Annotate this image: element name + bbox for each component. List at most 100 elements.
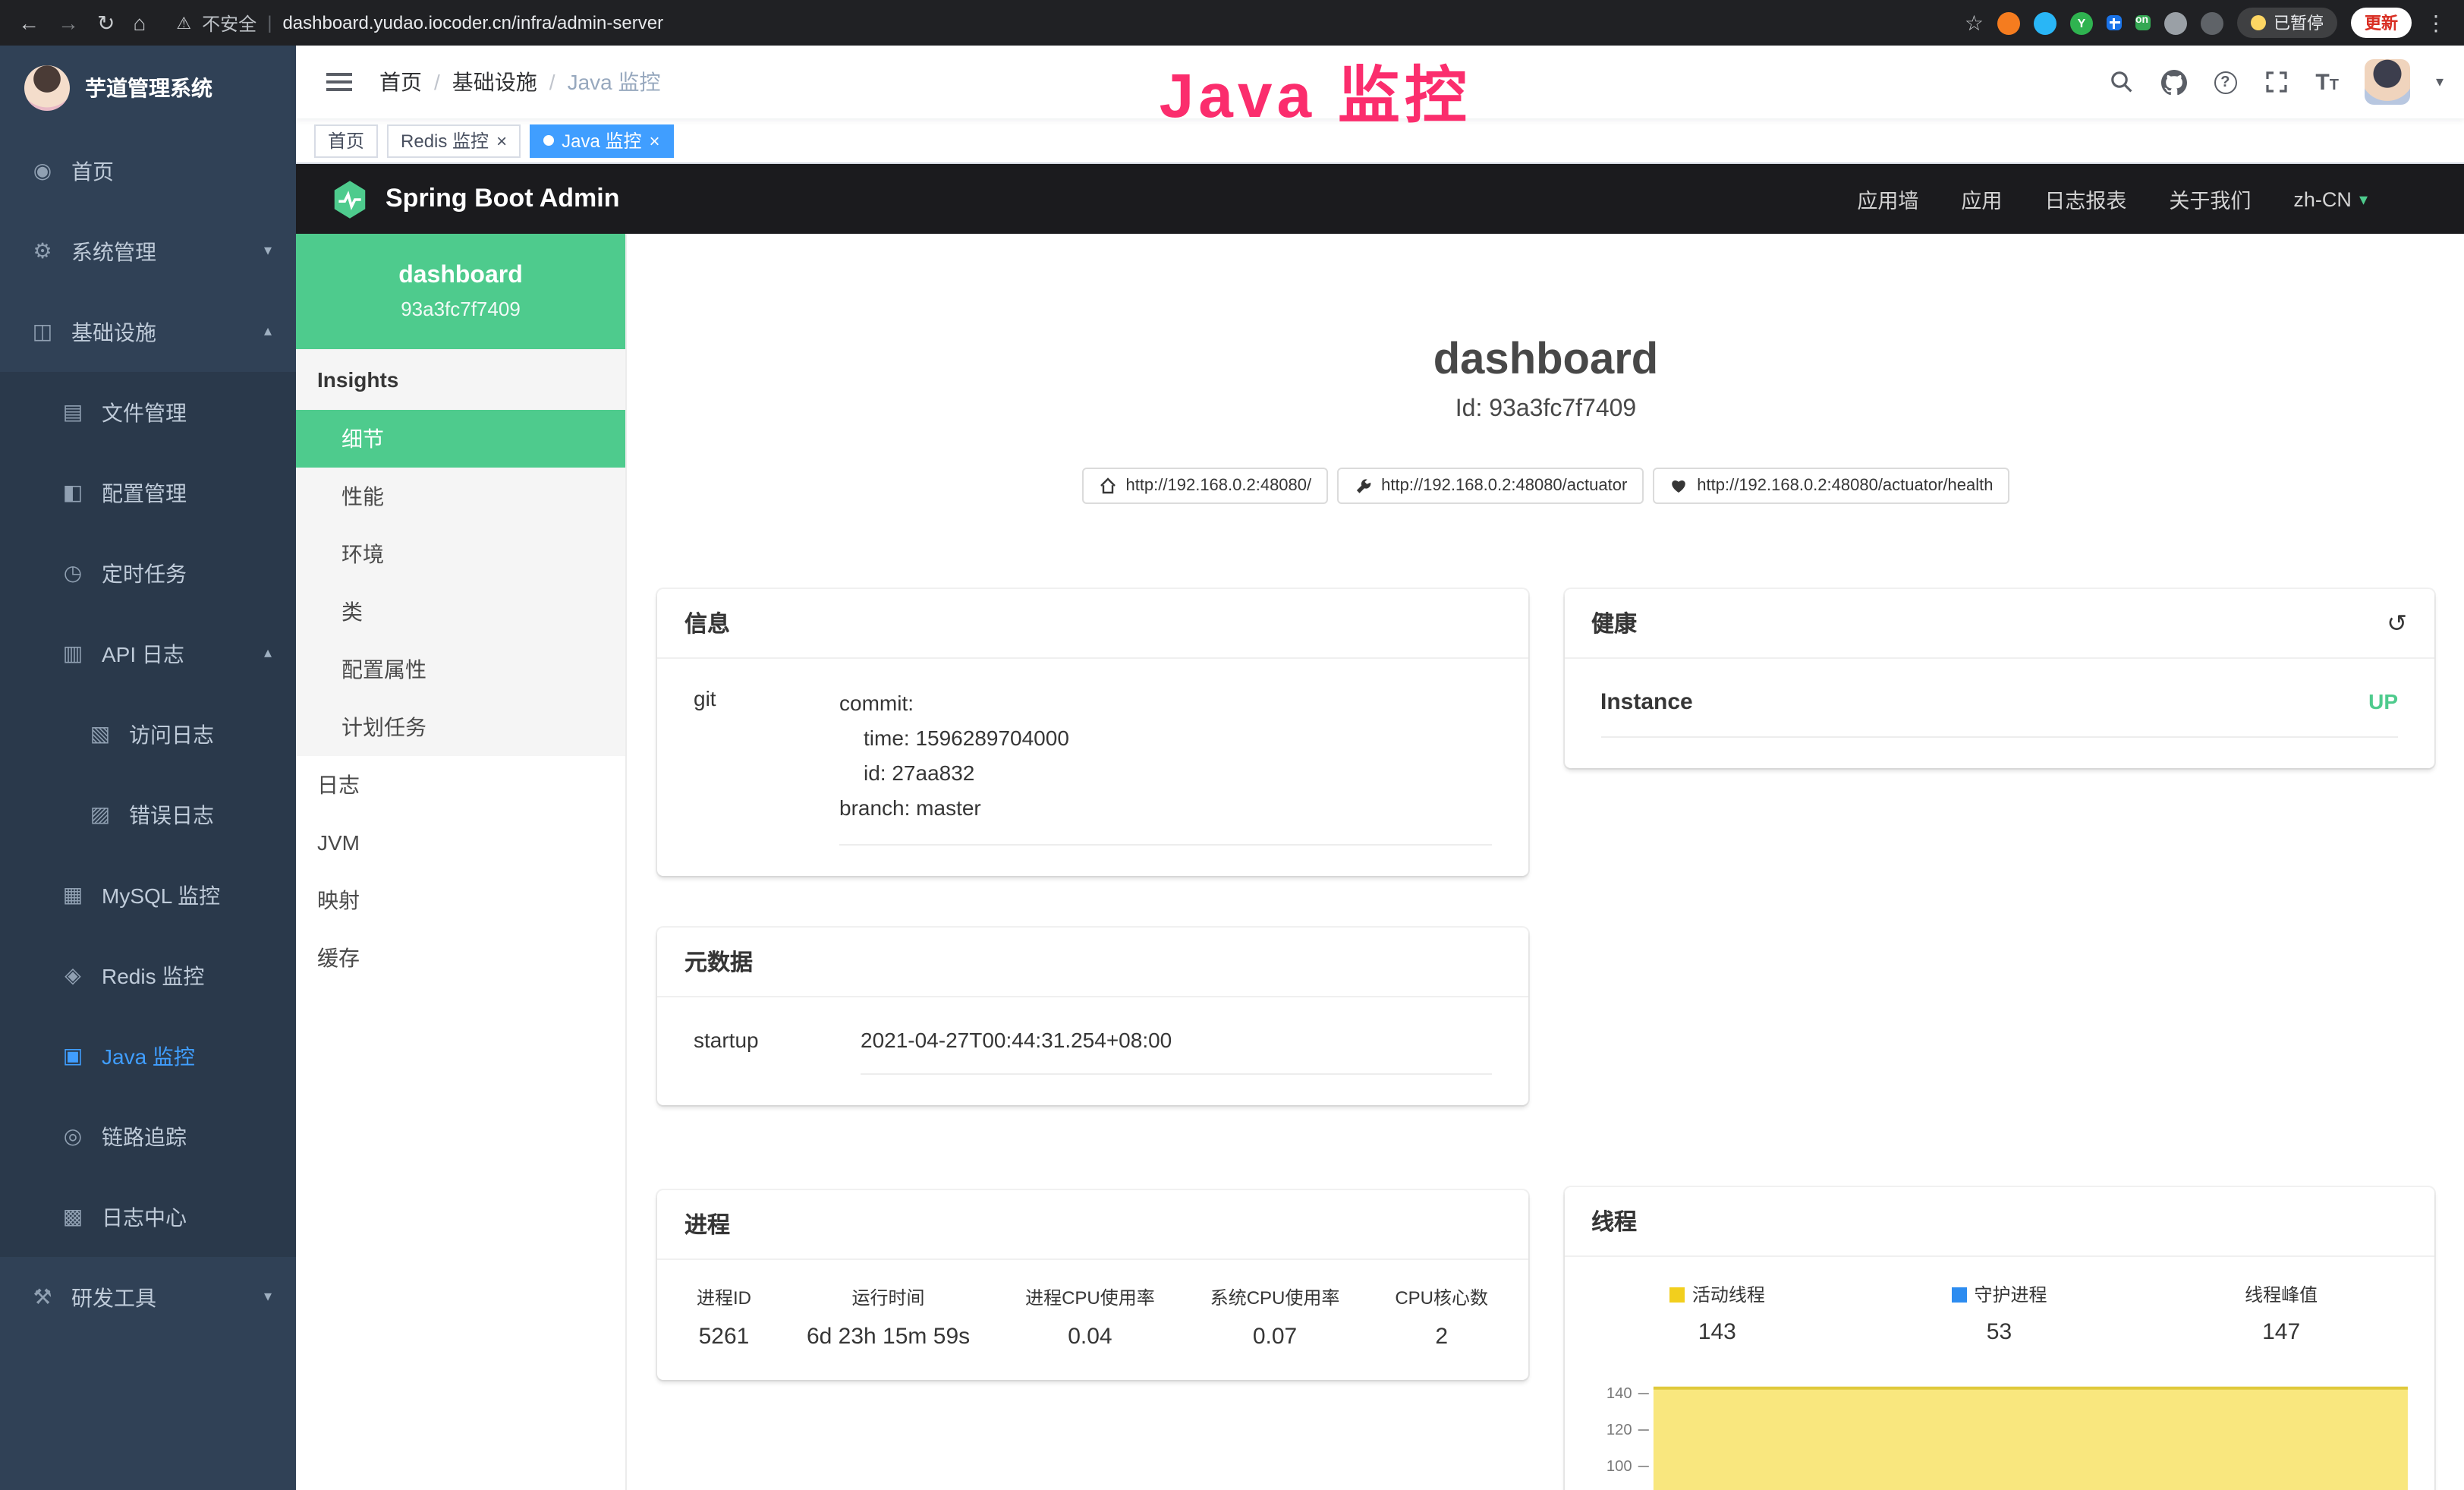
- sidebar-item-home[interactable]: ◉ 首页: [0, 131, 296, 211]
- sidebar-item-redis-monitor[interactable]: ◈ Redis 监控: [0, 935, 296, 1016]
- back-icon[interactable]: ←: [18, 11, 39, 35]
- app-logo[interactable]: 芋道管理系统: [0, 46, 296, 131]
- sba-item-scheduled-tasks[interactable]: 计划任务: [296, 698, 625, 756]
- tag-home[interactable]: 首页: [314, 124, 378, 157]
- hamburger-icon[interactable]: [326, 80, 352, 83]
- threads-card: 线程 活动线程 143: [1564, 1187, 2434, 1490]
- update-button[interactable]: 更新: [2351, 8, 2412, 38]
- sidebar-item-infrastructure[interactable]: ◫ 基础设施 ▴: [0, 291, 296, 372]
- fullscreen-icon[interactable]: [2262, 68, 2289, 96]
- tag-close-icon[interactable]: ×: [649, 130, 659, 151]
- sidebar-item-label: 日志中心: [102, 1202, 187, 1232]
- legend-value: 147: [2262, 1319, 2300, 1345]
- health-instance-label: Instance: [1600, 689, 1693, 715]
- sba-brand[interactable]: Spring Boot Admin: [329, 178, 620, 219]
- tag-close-icon[interactable]: ×: [496, 130, 507, 151]
- language-caret-down-icon: ▾: [2359, 189, 2368, 209]
- sba-item-config-props[interactable]: 配置属性: [296, 641, 625, 698]
- legend-label: 守护进程: [1974, 1281, 2047, 1307]
- sidebar-item-scheduled-jobs[interactable]: ◷ 定时任务: [0, 533, 296, 613]
- sidebar-item-mysql-monitor[interactable]: ▦ MySQL 监控: [0, 855, 296, 935]
- search-icon[interactable]: [2107, 68, 2135, 96]
- tag-redis-monitor[interactable]: Redis 监控 ×: [387, 124, 521, 157]
- github-icon[interactable]: [2160, 68, 2188, 96]
- sba-item-metrics[interactable]: 性能: [296, 468, 625, 525]
- legend-label: 活动线程: [1692, 1281, 1765, 1307]
- font-size-icon[interactable]: TT: [2315, 69, 2339, 95]
- sba-item-environment[interactable]: 环境: [296, 525, 625, 583]
- instance-actuator-link[interactable]: http://192.168.0.2:48080/actuator: [1337, 468, 1644, 504]
- ytick-100: 100: [1606, 1458, 1632, 1475]
- sba-item-details[interactable]: 细节: [296, 410, 625, 468]
- sba-nav-about[interactable]: 关于我们: [2169, 184, 2251, 214]
- extension-icon[interactable]: [1997, 11, 2020, 34]
- avatar-caret-down-icon[interactable]: ▾: [2436, 74, 2444, 90]
- logo-title: 芋道管理系统: [85, 73, 212, 103]
- sidebar-item-api-logs[interactable]: ▥ API 日志 ▴: [0, 613, 296, 694]
- sidebar-item-system-management[interactable]: ⚙ 系统管理 ▾: [0, 211, 296, 291]
- home-icon[interactable]: ⌂: [133, 11, 146, 35]
- sba-item-mappings[interactable]: 映射: [296, 871, 625, 929]
- extension-icon[interactable]: [2201, 11, 2223, 34]
- sidebar-item-config-management[interactable]: ◧ 配置管理: [0, 452, 296, 533]
- extension-icon[interactable]: Y: [2070, 11, 2093, 34]
- sba-item-logfile[interactable]: 日志: [296, 756, 625, 814]
- sba-nav-applications[interactable]: 应用: [1961, 184, 2002, 214]
- extension-icon[interactable]: [2034, 11, 2056, 34]
- ytick-120: 120: [1606, 1422, 1632, 1438]
- sba-instance-name: dashboard: [398, 263, 523, 290]
- instance-links: http://192.168.0.2:48080/ http://192.168…: [627, 468, 2464, 504]
- sidebar-item-label: 系统管理: [71, 236, 156, 266]
- chevron-down-icon: ▾: [264, 1289, 272, 1306]
- sba-instance-header[interactable]: dashboard 93a3fc7f7409: [296, 234, 625, 349]
- instance-title: dashboard: [627, 334, 2464, 386]
- security-label[interactable]: 不安全: [202, 10, 256, 36]
- sba-item-caches[interactable]: 缓存: [296, 929, 625, 987]
- forward-icon[interactable]: →: [58, 11, 79, 35]
- url-text[interactable]: dashboard.yudao.iocoder.cn/infra/admin-s…: [282, 12, 663, 33]
- sidebar-item-label: 首页: [71, 156, 114, 186]
- sidebar-item-file-management[interactable]: ▤ 文件管理: [0, 372, 296, 452]
- legend-live-threads: 活动线程 143: [1576, 1281, 1858, 1345]
- paused-badge[interactable]: 已暂停: [2237, 8, 2337, 38]
- sba-item-classes[interactable]: 类: [296, 583, 625, 641]
- bookmark-star-icon[interactable]: ☆: [1965, 10, 1984, 36]
- instance-health-link[interactable]: http://192.168.0.2:48080/actuator/health: [1653, 468, 2009, 504]
- sba-item-jvm[interactable]: JVM: [296, 814, 625, 871]
- breadcrumb-infrastructure[interactable]: 基础设施: [452, 67, 537, 97]
- git-id-line: id: 27aa832: [839, 756, 1491, 791]
- git-commit-line: commit:: [839, 686, 1491, 721]
- legend-daemon-threads: 守护进程 53: [1858, 1281, 2141, 1345]
- tag-label: Java 监控: [562, 128, 641, 153]
- address-bar[interactable]: ⚠ 不安全 | dashboard.yudao.iocoder.cn/infra…: [176, 10, 663, 36]
- process-col-pid: 进程ID 5261: [697, 1284, 751, 1350]
- sba-nav-journal[interactable]: 日志报表: [2044, 184, 2126, 214]
- extension-icon[interactable]: on: [2135, 15, 2151, 30]
- user-avatar[interactable]: [2365, 59, 2410, 105]
- sba-nav-wallboard[interactable]: 应用墙: [1857, 184, 1918, 214]
- tag-java-monitor[interactable]: Java 监控 ×: [530, 124, 673, 157]
- sidebar-item-log-center[interactable]: ▩ 日志中心: [0, 1177, 296, 1257]
- process-col-cpus: CPU核心数 2: [1395, 1284, 1488, 1350]
- sidebar-item-access-logs[interactable]: ▧ 访问日志: [0, 694, 296, 774]
- reload-icon[interactable]: ↻: [97, 10, 115, 36]
- breadcrumb: 首页 / 基础设施 / Java 监控: [379, 67, 661, 97]
- extension-icon[interactable]: [2164, 11, 2187, 34]
- breadcrumb-home[interactable]: 首页: [379, 67, 422, 97]
- help-icon[interactable]: ?: [2214, 71, 2236, 93]
- sidebar-item-error-logs[interactable]: ▨ 错误日志: [0, 774, 296, 855]
- spring-boot-admin-frame: Spring Boot Admin 应用墙 应用 日志报表 关于我们 zh-CN…: [296, 164, 2464, 1490]
- redis-icon: ◈: [58, 962, 88, 988]
- sidebar-item-trace[interactable]: ◎ 链路追踪: [0, 1096, 296, 1177]
- col-value: 0.04: [1068, 1324, 1112, 1350]
- health-instance-row[interactable]: Instance UP: [1600, 689, 2398, 738]
- chrome-menu-dots-icon[interactable]: ⋮: [2425, 10, 2447, 36]
- sidebar-item-java-monitor[interactable]: ▣ Java 监控: [0, 1016, 296, 1096]
- extension-icon[interactable]: [2107, 15, 2122, 30]
- instance-home-link[interactable]: http://192.168.0.2:48080/: [1081, 468, 1328, 504]
- history-icon[interactable]: ↺: [2387, 608, 2407, 638]
- sba-sidebar: dashboard 93a3fc7f7409 Insights 细节 性能 环境…: [296, 234, 627, 1490]
- sba-nav-language[interactable]: zh-CN ▾: [2293, 187, 2368, 210]
- sidebar-item-dev-tools[interactable]: ⚒ 研发工具 ▾: [0, 1257, 296, 1337]
- sba-language-label: zh-CN: [2293, 187, 2352, 210]
